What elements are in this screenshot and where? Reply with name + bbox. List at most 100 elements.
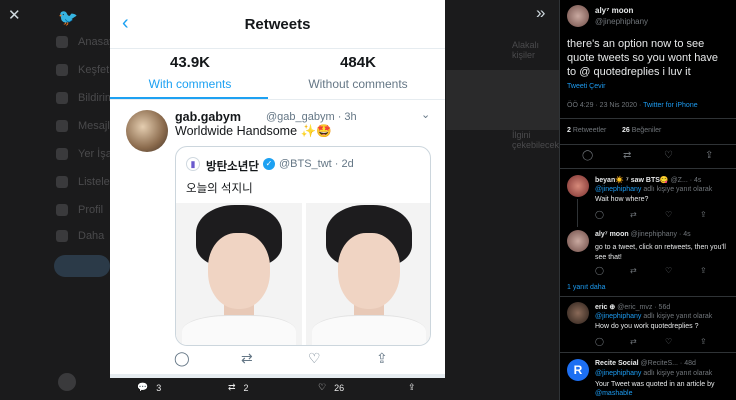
quoted-photo-2[interactable] xyxy=(306,203,430,345)
bg-avatar xyxy=(58,373,76,391)
bg-tweet-button xyxy=(54,255,110,277)
divider xyxy=(560,118,736,119)
avatar[interactable] xyxy=(567,5,589,27)
tweet-author-handle: @gab_gabym · 3h xyxy=(266,111,357,123)
retweets-modal: ‹ Retweets 43.9K With comments 484K With… xyxy=(110,0,445,378)
share-icon[interactable]: ⇪ xyxy=(705,150,713,161)
explore-icon xyxy=(56,64,68,76)
divider xyxy=(560,168,736,169)
quoted-author-name: 방탄소년단 xyxy=(206,161,259,173)
reply-text: How do you work quotedreplies ? xyxy=(595,323,699,330)
like-stats[interactable]: 26 Beğeniler xyxy=(622,127,661,134)
retweet-count: 2 xyxy=(243,382,249,393)
bg-share-action: ⇪ xyxy=(408,382,416,393)
like-label: Beğeniler xyxy=(631,127,662,134)
reply-handle: @jinephiphany · 4s xyxy=(630,231,691,238)
avatar[interactable] xyxy=(567,230,589,252)
heart-icon[interactable]: ♡ xyxy=(665,210,672,219)
tweet-timestamp: ÖÖ 4:29 · 23 Nis 2020 · xyxy=(567,102,644,109)
quoted-tweet[interactable]: ▮ 방탄소년단 ✓ @BTS_twt · 2d 오늘의 석지니 xyxy=(175,146,431,346)
mention-link[interactable]: @jinephiphany xyxy=(595,370,641,377)
reply-context: @jinephiphany adlı kişiye yanıt olarak xyxy=(595,313,712,320)
reply-icon[interactable]: ◯ xyxy=(595,266,604,275)
verified-badge-icon: ✓ xyxy=(263,158,275,170)
reply-context: @jinephiphany adlı kişiye yanıt olarak xyxy=(595,370,712,377)
mention-link[interactable]: @mashable xyxy=(595,390,632,397)
heart-icon[interactable]: ♡ xyxy=(665,337,672,346)
avatar[interactable] xyxy=(567,175,589,197)
bell-icon xyxy=(56,92,68,104)
mention-link[interactable]: @jinephiphany xyxy=(595,186,641,193)
reply-author[interactable]: aly⁷ moon xyxy=(595,231,629,238)
reply-author[interactable]: beyan☀️ ⁷ saw BTS😋 xyxy=(595,177,669,184)
mail-icon xyxy=(56,120,68,132)
tweet-text: Worldwide Handsome ✨🤩 xyxy=(175,124,332,138)
with-comments-count[interactable]: 43.9K xyxy=(110,54,270,71)
tab-divider xyxy=(110,99,445,100)
retweet-icon[interactable]: ⇄ xyxy=(630,337,637,346)
reply-suffix: adlı kişiye yanıt olarak xyxy=(643,186,713,193)
thread-line xyxy=(577,199,578,227)
author-handle: @jinephiphany xyxy=(595,17,649,26)
quoted-tweet-text: 오늘의 석지니 xyxy=(186,183,253,195)
heart-icon: ♡ xyxy=(318,382,327,392)
expand-panel-icon[interactable]: » xyxy=(536,3,545,23)
chevron-down-icon[interactable]: ⌄ xyxy=(421,108,430,121)
reply-icon[interactable]: ◯ xyxy=(582,150,593,161)
retweet-stats[interactable]: 2 Retweetler xyxy=(567,127,606,134)
profile-icon xyxy=(56,204,68,216)
reply-icon[interactable]: ◯ xyxy=(595,210,604,219)
retweet-label: Retweetler xyxy=(572,127,607,134)
quoted-photo-1[interactable] xyxy=(176,203,302,345)
avatar[interactable] xyxy=(126,110,168,152)
reply-author[interactable]: eric ⊕ xyxy=(595,304,615,311)
retweet-icon[interactable]: ⇄ xyxy=(630,266,637,275)
translate-link[interactable]: Tweeti Çevir xyxy=(567,83,606,90)
reply-context: @jinephiphany adlı kişiye yanıt olarak xyxy=(595,186,712,193)
close-icon[interactable]: ✕ xyxy=(8,6,21,24)
more-replies-link[interactable]: 1 yanıt daha xyxy=(567,284,606,291)
bg-right-sub: İlgini çekebilecek xyxy=(512,130,560,150)
avatar[interactable] xyxy=(567,302,589,324)
bg-nav-label: Daha xyxy=(78,230,105,242)
mention-link[interactable]: @jinephiphany xyxy=(595,313,641,320)
retweet-icon[interactable]: ⇄ xyxy=(623,150,631,161)
reply-handle: @ReciteS... · 48d xyxy=(640,360,696,367)
reply-author[interactable]: Recite Social xyxy=(595,360,639,367)
reply-count: 3 xyxy=(156,382,162,393)
share-icon[interactable]: ⇪ xyxy=(700,266,707,275)
heart-icon[interactable]: ♡ xyxy=(664,150,673,161)
heart-icon[interactable]: ♡ xyxy=(665,266,672,275)
tab-without-comments[interactable]: Without comments xyxy=(278,77,438,91)
bg-retweet-action: ⇄ 2 xyxy=(228,382,249,393)
like-count: 26 xyxy=(334,382,345,393)
retweet-icon[interactable]: ⇄ xyxy=(241,350,253,367)
retweet-count: 2 xyxy=(567,127,571,134)
tweet-meta: ÖÖ 4:29 · 23 Nis 2020 · Twitter for iPho… xyxy=(567,102,698,109)
heart-icon[interactable]: ♡ xyxy=(308,350,321,367)
author-name[interactable]: aly⁷ moon xyxy=(595,6,633,15)
recite-logo-icon[interactable]: R xyxy=(567,359,589,381)
share-icon[interactable]: ⇪ xyxy=(376,350,388,367)
reply-text: go to a tweet, click on retweets, then y… xyxy=(595,244,726,261)
reply-icon[interactable]: ◯ xyxy=(595,337,604,346)
tweet-author-name[interactable]: gab.gabym xyxy=(175,110,241,124)
modal-bottom-divider xyxy=(110,374,445,378)
retweet-icon[interactable]: ⇄ xyxy=(630,210,637,219)
without-comments-count[interactable]: 484K xyxy=(278,54,438,71)
share-icon[interactable]: ⇪ xyxy=(700,210,707,219)
tweet-detail-panel: aly⁷ moon @jinephiphany there's an optio… xyxy=(559,0,736,400)
share-icon[interactable]: ⇪ xyxy=(700,337,707,346)
header-divider xyxy=(110,48,445,49)
divider xyxy=(560,296,736,297)
list-icon xyxy=(56,176,68,188)
tab-with-comments[interactable]: With comments xyxy=(110,77,270,91)
bg-nav-item: Keşfet xyxy=(56,64,109,76)
reply-icon[interactable]: ◯ xyxy=(174,350,190,367)
divider xyxy=(560,352,736,353)
reply-header: eric ⊕ @eric_mvz · 56d xyxy=(595,303,670,311)
reply-handle: @eric_mvz · 56d xyxy=(617,304,671,311)
bg-right-card xyxy=(446,70,560,130)
reply-icon: 💬 xyxy=(137,382,149,392)
tweet-source-link[interactable]: Twitter for iPhone xyxy=(643,102,697,109)
